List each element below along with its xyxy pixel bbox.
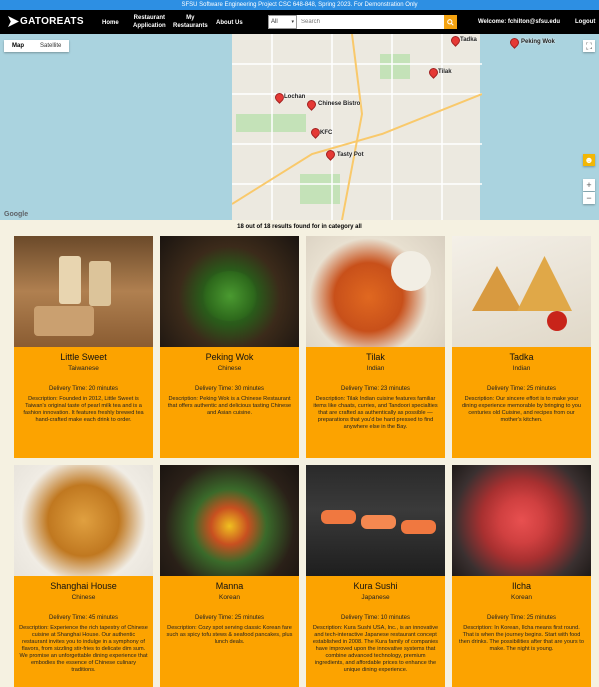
- restaurant-image: [452, 236, 591, 347]
- pin-label: Tasty Pot: [337, 152, 364, 158]
- nav-restaurant-application-line2: Application: [133, 23, 166, 29]
- delivery-time: Delivery Time: 25 minutes: [486, 615, 557, 621]
- restaurant-card[interactable]: Ilcha Korean Delivery Time: 25 minutes D…: [452, 465, 591, 687]
- tab-satellite[interactable]: Satellite: [32, 40, 69, 52]
- welcome-user: Welcome: fchilton@sfsu.edu: [478, 19, 561, 25]
- restaurant-card[interactable]: Tadka Indian Delivery Time: 25 minutes D…: [452, 236, 591, 458]
- restaurant-card[interactable]: Kura Sushi Japanese Delivery Time: 10 mi…: [306, 465, 445, 687]
- restaurant-card[interactable]: Peking Wok Chinese Delivery Time: 30 min…: [160, 236, 299, 458]
- restaurant-card[interactable]: Tilak Indian Delivery Time: 23 minutes D…: [306, 236, 445, 458]
- restaurant-image: [14, 236, 153, 347]
- delivery-time: Delivery Time: 10 minutes: [340, 615, 411, 621]
- restaurant-card[interactable]: Manna Korean Delivery Time: 25 minutes D…: [160, 465, 299, 687]
- restaurant-image: [306, 236, 445, 347]
- restaurant-cuisine: Japanese: [361, 594, 390, 601]
- pin-label: Chinese Bistro: [318, 101, 361, 107]
- pin-label: KFC: [320, 130, 333, 136]
- delivery-time: Delivery Time: 23 minutes: [340, 386, 411, 392]
- pin-label: Lochan: [284, 94, 306, 100]
- restaurant-image: [452, 465, 591, 576]
- fullscreen-icon[interactable]: ⛶: [583, 40, 595, 52]
- logo-icon: [8, 16, 19, 27]
- nav-about[interactable]: About Us: [216, 19, 243, 27]
- nav-restaurant-application-line1: Restaurant: [133, 15, 165, 21]
- restaurant-cuisine: Chinese: [217, 365, 242, 372]
- logout-button[interactable]: Logout: [575, 19, 595, 25]
- restaurant-cuisine: Indian: [512, 365, 531, 372]
- map-ocean: [0, 34, 236, 220]
- restaurant-name: Kura Sushi: [353, 581, 398, 591]
- restaurant-cuisine: Taiwanese: [68, 365, 99, 372]
- restaurant-card[interactable]: Shanghai House Chinese Delivery Time: 45…: [14, 465, 153, 687]
- pin-label: Peking Wok: [521, 39, 555, 45]
- zoom-in-button[interactable]: +: [583, 179, 595, 191]
- pin-label: Tilak: [438, 69, 452, 75]
- restaurant-name: Tadka: [509, 352, 534, 362]
- restaurant-image: [306, 465, 445, 576]
- restaurant-cuisine: Chinese: [71, 594, 96, 601]
- restaurant-cuisine: Indian: [366, 365, 385, 372]
- delivery-time: Delivery Time: 25 minutes: [194, 615, 265, 621]
- map-type-tabs: Map Satellite: [4, 40, 70, 52]
- delivery-time: Delivery Time: 25 minutes: [486, 386, 557, 392]
- map-roads: [232, 34, 482, 220]
- restaurant-name: Ilcha: [511, 581, 531, 591]
- restaurant-image: [160, 465, 299, 576]
- logo[interactable]: GATOREATS: [8, 16, 84, 27]
- map-bay: [480, 34, 599, 220]
- restaurant-grid: Little Sweet Taiwanese Delivery Time: 20…: [14, 236, 591, 687]
- category-select[interactable]: All ▾: [268, 15, 297, 29]
- restaurant-description: Description: Peking Wok is a Chinese Res…: [167, 396, 292, 416]
- top-nav: GATOREATS Home Restaurant Application My…: [0, 10, 599, 34]
- pin-label: Tadka: [460, 37, 477, 43]
- restaurant-description: Description: Tilak Indian cuisine featur…: [313, 396, 438, 430]
- restaurant-name: Manna: [215, 581, 244, 591]
- restaurant-name: Shanghai House: [50, 581, 117, 591]
- search-icon: [447, 18, 454, 26]
- restaurant-description: Description: In Korean, Ilcha means firs…: [459, 625, 584, 652]
- search-bar: All ▾: [268, 15, 457, 29]
- delivery-time: Delivery Time: 20 minutes: [48, 386, 119, 392]
- restaurant-name: Little Sweet: [60, 352, 107, 362]
- street-view-icon[interactable]: ☻: [583, 154, 595, 166]
- results-count: 18 out of 18 results found for in catego…: [237, 224, 362, 230]
- logo-text: GATOREATS: [20, 16, 84, 27]
- restaurant-card[interactable]: Little Sweet Taiwanese Delivery Time: 20…: [14, 236, 153, 458]
- chevron-down-icon: ▾: [291, 19, 294, 25]
- nav-my-restaurants-line2: Restaurants: [173, 23, 208, 29]
- restaurant-cuisine: Korean: [511, 594, 532, 601]
- tab-map[interactable]: Map: [4, 40, 32, 52]
- delivery-time: Delivery Time: 45 minutes: [48, 615, 119, 621]
- restaurant-description: Description: Kura Sushi USA, Inc., is an…: [312, 625, 439, 673]
- restaurant-image: [14, 465, 153, 576]
- nav-restaurant-application[interactable]: Restaurant Application: [133, 14, 166, 30]
- nav-home[interactable]: Home: [102, 19, 119, 27]
- delivery-time: Delivery Time: 30 minutes: [194, 386, 265, 392]
- restaurant-image: [160, 236, 299, 347]
- restaurant-description: Description: Founded in 2012, Little Swe…: [23, 396, 144, 423]
- nav-my-restaurants[interactable]: My Restaurants: [173, 14, 208, 30]
- restaurant-map[interactable]: Map Satellite Tadka Peking Wok Tilak Loc…: [0, 34, 599, 220]
- restaurant-description: Description: Cozy spot serving classic K…: [166, 625, 293, 645]
- demo-banner: SFSU Software Engineering Project CSC 64…: [0, 0, 599, 10]
- google-logo: Google: [4, 211, 29, 218]
- restaurant-cuisine: Korean: [219, 594, 240, 601]
- search-input[interactable]: [297, 15, 444, 29]
- restaurant-description: Description: Our sincere effort is to ma…: [461, 396, 582, 423]
- restaurant-description: Description: Experience the rich tapestr…: [19, 625, 148, 673]
- search-button[interactable]: [444, 15, 457, 29]
- category-select-value: All: [271, 19, 278, 25]
- restaurant-name: Peking Wok: [205, 352, 254, 362]
- zoom-out-button[interactable]: −: [583, 192, 595, 204]
- restaurant-name: Tilak: [366, 352, 385, 362]
- nav-my-restaurants-line1: My: [186, 15, 195, 21]
